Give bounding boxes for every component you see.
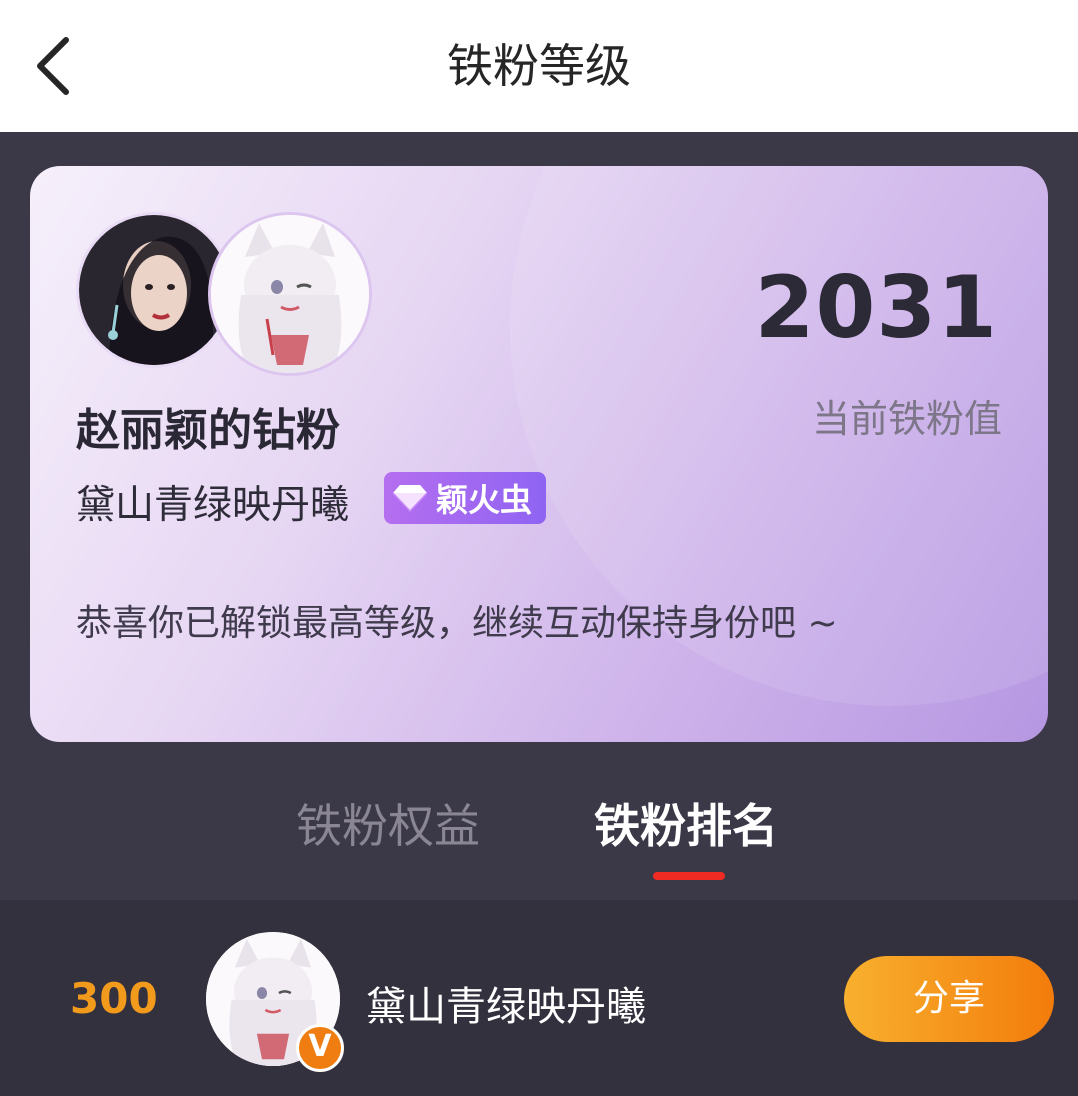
fan-group-badge: 颖火虫	[384, 472, 547, 524]
congrats-message: 恭喜你已解锁最高等级，继续互动保持身份吧 ~	[76, 603, 838, 644]
diamond-icon	[392, 485, 428, 513]
tab-fan-ranking[interactable]: 铁粉排名	[594, 790, 778, 856]
page-title: 铁粉等级	[447, 39, 631, 93]
active-tab-indicator	[653, 872, 725, 880]
fan-score-label: 当前铁粉值	[811, 397, 1002, 441]
fan-score-value: 2031	[754, 258, 998, 358]
user-avatar[interactable]	[208, 212, 372, 376]
verified-badge: V	[296, 1024, 344, 1072]
my-rank-row: 300 V 黛山青绿映丹曦 分享	[0, 900, 1078, 1096]
share-button[interactable]: 分享	[844, 956, 1054, 1042]
user-name: 黛山青绿映丹曦	[76, 483, 350, 528]
fan-title: 赵丽颖的钻粉	[76, 405, 340, 456]
badge-label: 颖火虫	[436, 481, 533, 519]
header-bar: 铁粉等级	[0, 0, 1078, 132]
rank-number: 300	[70, 974, 158, 1023]
fan-level-card: 2031 当前铁粉值 赵丽颖的钻粉 黛山青绿映丹曦 颖火虫 恭喜你已解锁最高等级…	[30, 166, 1048, 742]
rank-user-name: 黛山青绿映丹曦	[366, 984, 646, 1030]
tab-fan-rights[interactable]: 铁粉权益	[296, 790, 480, 856]
